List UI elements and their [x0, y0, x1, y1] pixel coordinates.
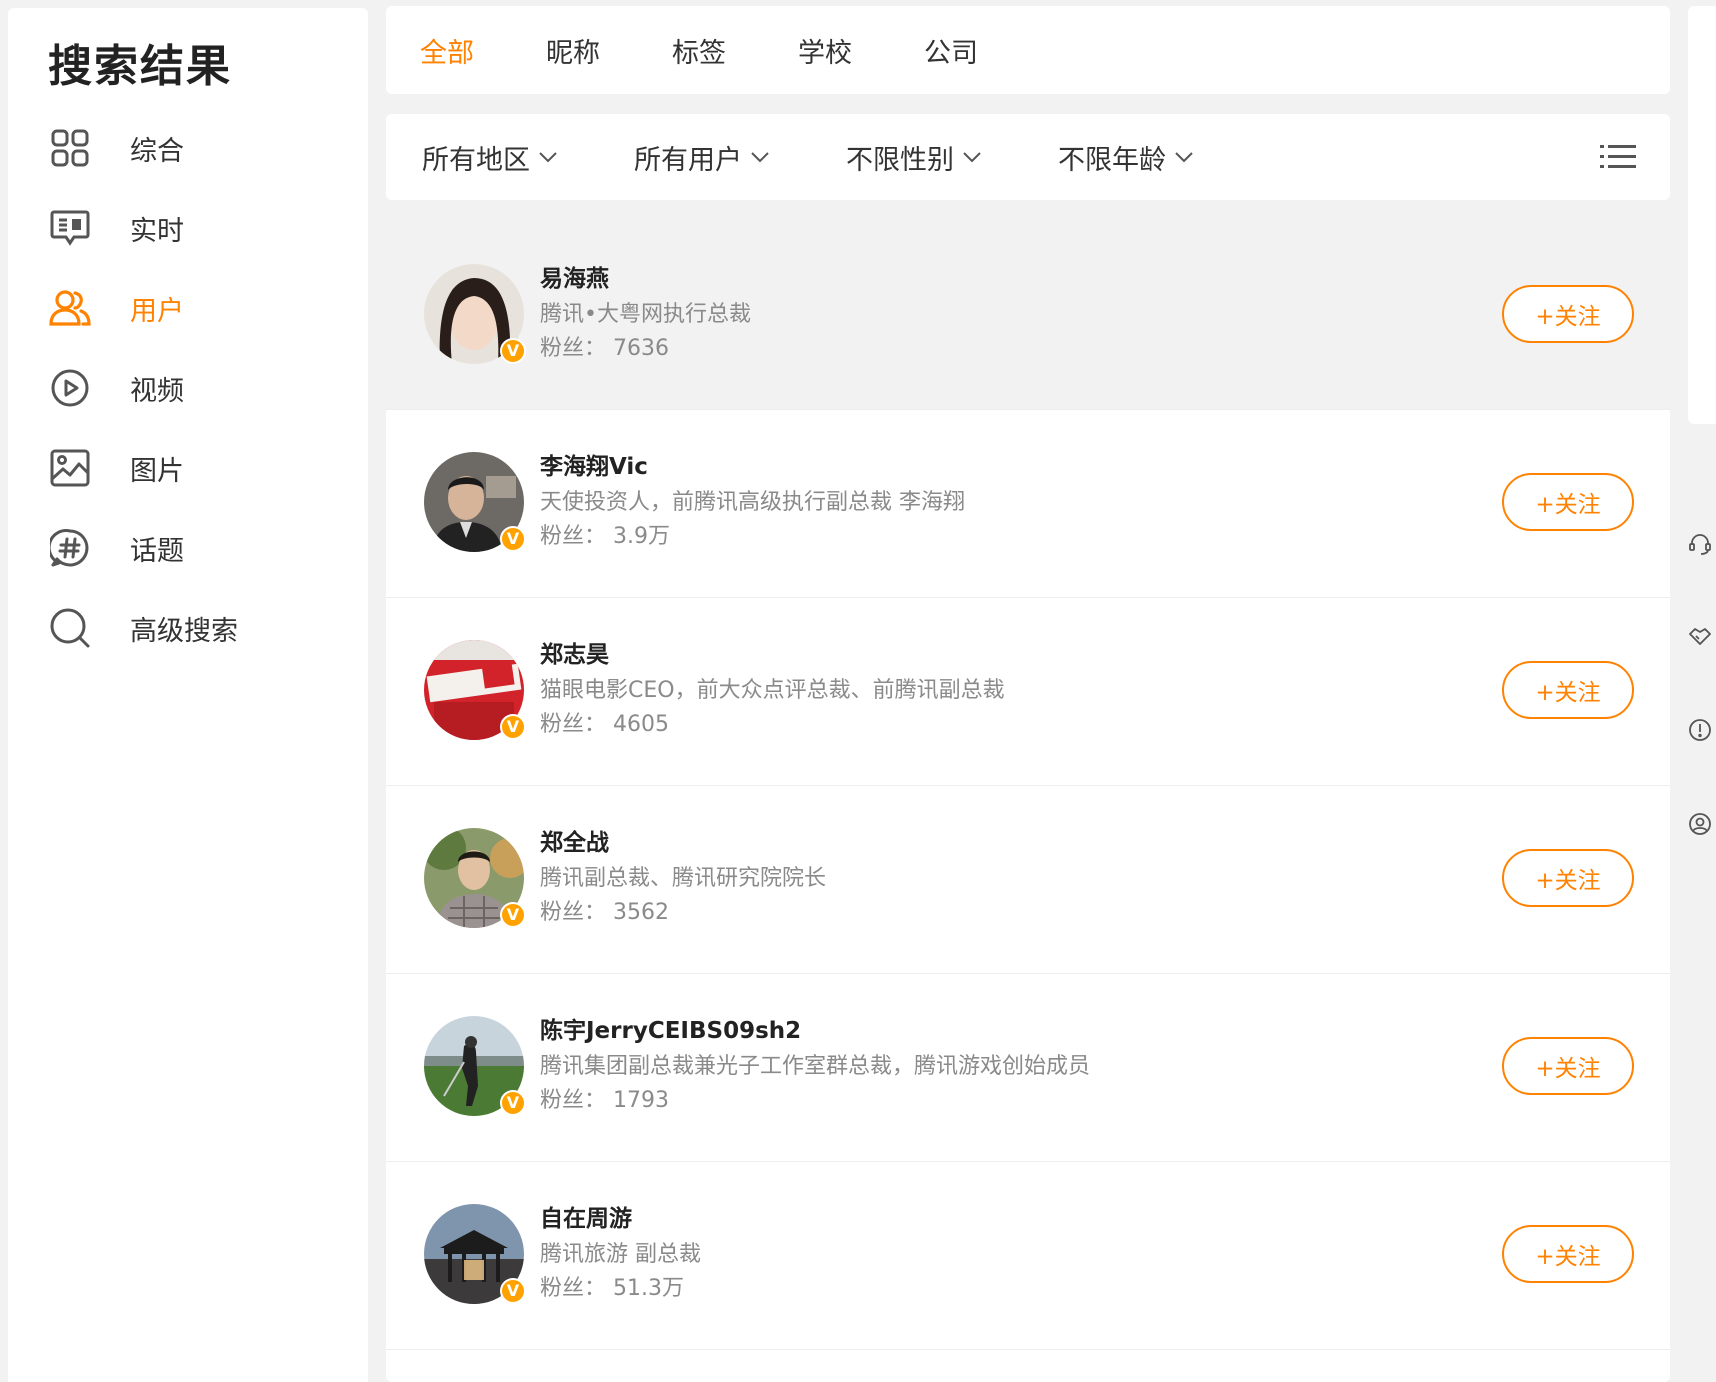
- follow-button[interactable]: +关注: [1502, 1225, 1634, 1283]
- profile-icon[interactable]: [1686, 810, 1714, 838]
- grid-icon: [48, 126, 92, 170]
- user-fans-count: 粉丝： 1793: [540, 1088, 669, 1113]
- user-description: 腾讯集团副总裁兼光子工作室群总裁，腾讯游戏创始成员: [540, 1054, 1091, 1079]
- user-fans-count: 粉丝： 4605: [540, 712, 669, 737]
- sidebar-item-label: 图片: [130, 455, 184, 487]
- handshake-icon[interactable]: [1686, 622, 1714, 650]
- filter-gender-dropdown[interactable]: 不限性别: [846, 138, 1058, 177]
- sidebar-item-label: 话题: [130, 535, 184, 567]
- user-row[interactable]: V 李海翔Vic 天使投资人，前腾讯高级执行副总裁 李海翔 粉丝： 3.9万 +…: [386, 410, 1670, 598]
- verified-badge-icon: V: [500, 1090, 526, 1116]
- chevron-down-icon: [751, 152, 769, 163]
- filter-label: 不限年龄: [1058, 144, 1166, 176]
- follow-button[interactable]: +关注: [1502, 285, 1634, 343]
- user-row[interactable]: V 陈宇JerryCEIBS09sh2 腾讯集团副总裁兼光子工作室群总裁，腾讯游…: [386, 974, 1670, 1162]
- avatar-wrapper[interactable]: V: [424, 640, 526, 740]
- user-name[interactable]: 陈宇JerryCEIBS09sh2: [540, 1014, 1090, 1048]
- sidebar-item-comprehensive[interactable]: 综合: [48, 108, 348, 188]
- filter-label: 所有地区: [422, 144, 530, 176]
- user-row[interactable]: V 郑全战 腾讯副总裁、腾讯研究院院长 粉丝： 3562 +关注: [386, 786, 1670, 974]
- filter-user-type-dropdown[interactable]: 所有用户: [634, 138, 846, 177]
- user-info: 自在周游 腾讯旅游 副总裁 粉丝： 51.3万: [540, 1202, 701, 1306]
- user-row[interactable]: V 易海燕 腾讯•大粤网执行总裁 粉丝： 7636 +关注: [386, 222, 1670, 410]
- user-description: 腾讯副总裁、腾讯研究院院长: [540, 866, 827, 891]
- avatar-wrapper[interactable]: V: [422, 826, 530, 928]
- sidebar-item-users[interactable]: 用户: [48, 268, 348, 348]
- tab-tags[interactable]: 标签: [672, 31, 798, 70]
- play-icon: [48, 366, 92, 410]
- user-fans-count: 粉丝： 3562: [540, 900, 669, 925]
- follow-button[interactable]: +关注: [1502, 849, 1634, 907]
- user-name[interactable]: 自在周游: [540, 1202, 701, 1236]
- sidebar-item-label: 视频: [130, 375, 184, 407]
- sidebar-title: 搜索结果: [48, 41, 232, 92]
- sidebar-nav: 综合 实时 用户 视频 图片 话题 高级搜索: [48, 108, 348, 668]
- avatar-wrapper[interactable]: V: [424, 264, 526, 364]
- user-fans-count: 粉丝： 3.9万: [540, 524, 670, 549]
- user-fans-count: 粉丝： 51.3万: [540, 1276, 684, 1301]
- sidebar-item-images[interactable]: 图片: [48, 428, 348, 508]
- filter-bar: 所有地区 所有用户 不限性别 不限年龄: [386, 114, 1670, 200]
- follow-button[interactable]: +关注: [1502, 661, 1634, 719]
- user-name[interactable]: 李海翔Vic: [540, 450, 965, 484]
- sidebar-item-label: 实时: [130, 215, 184, 247]
- filter-region-dropdown[interactable]: 所有地区: [422, 138, 634, 177]
- verified-badge-icon: V: [500, 526, 526, 552]
- user-description: 腾讯•大粤网执行总裁: [540, 302, 751, 327]
- user-info: 郑志昊 猫眼电影CEO，前大众点评总裁、前腾讯副总裁 粉丝： 4605: [540, 638, 1005, 742]
- hashtag-icon: [48, 526, 92, 570]
- avatar-wrapper[interactable]: V: [424, 1204, 526, 1304]
- sidebar-item-label: 高级搜索: [130, 615, 238, 647]
- user-name[interactable]: 易海燕: [540, 262, 751, 296]
- user-results-list: V 易海燕 腾讯•大粤网执行总裁 粉丝： 7636 +关注 V 李海翔Vic 天…: [386, 222, 1670, 1382]
- filter-label: 不限性别: [846, 144, 954, 176]
- user-fans-count: 粉丝： 7636: [540, 336, 669, 361]
- chevron-down-icon: [539, 152, 557, 163]
- user-info: 李海翔Vic 天使投资人，前腾讯高级执行副总裁 李海翔 粉丝： 3.9万: [540, 450, 965, 554]
- chevron-down-icon: [963, 152, 981, 163]
- user-name[interactable]: 郑志昊: [540, 638, 1005, 672]
- tab-nickname[interactable]: 昵称: [546, 31, 672, 70]
- user-row[interactable]: V 自在周游 腾讯旅游 副总裁 粉丝： 51.3万 +关注: [386, 1162, 1670, 1350]
- sidebar-item-video[interactable]: 视频: [48, 348, 348, 428]
- sidebar-item-advanced-search[interactable]: 高级搜索: [48, 588, 348, 668]
- sidebar-item-topics[interactable]: 话题: [48, 508, 348, 588]
- right-rail-panel: [1688, 6, 1716, 424]
- verified-badge-icon: V: [500, 1278, 526, 1304]
- user-description: 猫眼电影CEO，前大众点评总裁、前腾讯副总裁: [540, 678, 1005, 703]
- report-icon[interactable]: [1686, 716, 1714, 744]
- user-info: 陈宇JerryCEIBS09sh2 腾讯集团副总裁兼光子工作室群总裁，腾讯游戏创…: [540, 1014, 1090, 1118]
- sidebar-item-label: 用户: [130, 295, 184, 327]
- sidebar-item-label: 综合: [130, 135, 184, 167]
- chevron-down-icon: [1175, 152, 1193, 163]
- tab-school[interactable]: 学校: [798, 31, 924, 70]
- user-row[interactable]: V 郑志昊 猫眼电影CEO，前大众点评总裁、前腾讯副总裁 粉丝： 4605 +关…: [386, 598, 1670, 786]
- user-info: 易海燕 腾讯•大粤网执行总裁 粉丝： 7636: [540, 262, 751, 366]
- chat-icon: [48, 206, 92, 250]
- filter-age-dropdown[interactable]: 不限年龄: [1058, 138, 1270, 177]
- user-description: 腾讯旅游 副总裁: [540, 1242, 701, 1267]
- user-name[interactable]: 郑全战: [540, 826, 826, 860]
- user-description: 天使投资人，前腾讯高级执行副总裁 李海翔: [540, 490, 965, 515]
- tab-company[interactable]: 公司: [924, 31, 1050, 70]
- verified-badge-icon: V: [500, 714, 526, 740]
- user-info: 郑全战 腾讯副总裁、腾讯研究院院长 粉丝： 3562: [540, 826, 826, 930]
- filter-label: 所有用户: [634, 144, 742, 176]
- tab-bar: 全部 昵称 标签 学校 公司: [386, 6, 1670, 94]
- search-icon: [48, 606, 92, 650]
- tab-all[interactable]: 全部: [420, 31, 546, 70]
- verified-badge-icon: V: [500, 902, 526, 928]
- follow-button[interactable]: +关注: [1502, 1037, 1634, 1095]
- users-icon: [48, 286, 92, 330]
- avatar-wrapper[interactable]: V: [424, 452, 526, 552]
- list-view-icon[interactable]: [1600, 142, 1636, 172]
- sidebar: 搜索结果 综合 实时 用户 视频 图片 话题 高级搜索: [8, 8, 368, 1382]
- sidebar-item-realtime[interactable]: 实时: [48, 188, 348, 268]
- avatar-wrapper[interactable]: V: [424, 1016, 526, 1116]
- verified-badge-icon: V: [500, 338, 526, 364]
- image-icon: [48, 446, 92, 490]
- customer-service-icon[interactable]: [1686, 530, 1714, 558]
- follow-button[interactable]: +关注: [1502, 473, 1634, 531]
